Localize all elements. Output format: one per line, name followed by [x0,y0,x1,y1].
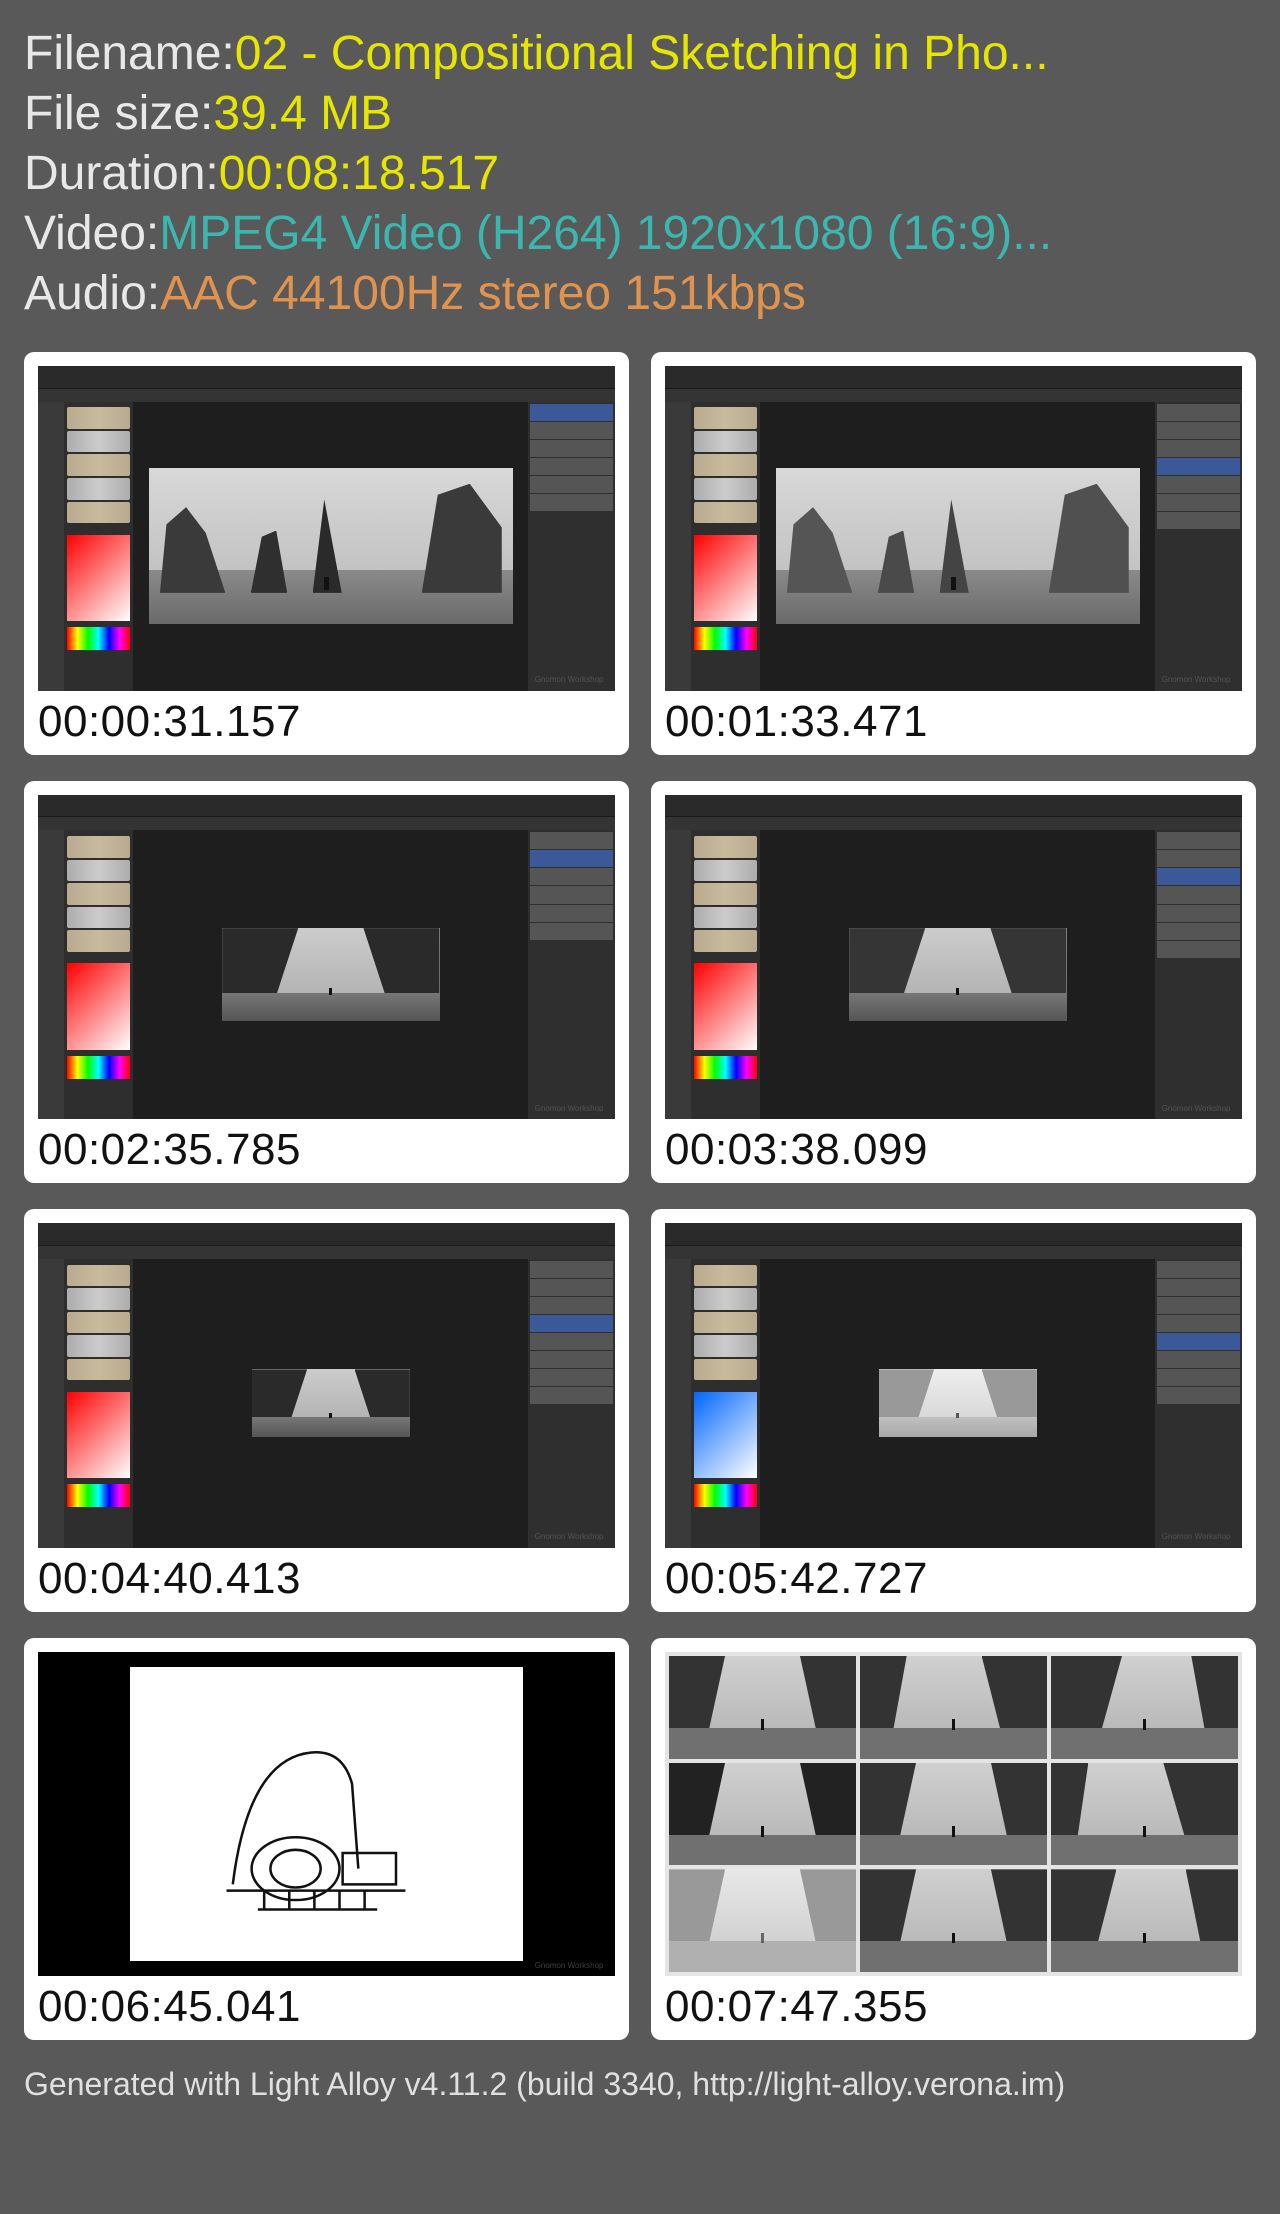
thumbnail-timestamp: 00:05:42.727 [665,1554,1242,1604]
filesize-value: 39.4 MB [213,84,392,144]
duration-value: 00:08:18.517 [219,144,499,204]
thumbnail-timestamp: 00:02:35.785 [38,1125,615,1175]
watermark-icon: Gnomon Workshop [535,1104,604,1113]
watermark-icon: Gnomon Workshop [1162,1104,1231,1113]
filesize-label: File size: [24,84,213,144]
thumbnail-image: Gnomon Workshop [38,795,615,1120]
thumbnail-timestamp: 00:04:40.413 [38,1554,615,1604]
thumbnail-timestamp: 00:07:47.355 [665,1982,1242,2032]
thumbnail-timestamp: 00:00:31.157 [38,697,615,747]
thumbnail-card: Gnomon Workshop 00:03:38.099 [651,781,1256,1184]
video-value: MPEG4 Video (H264) 1920x1080 (16:9)... [159,204,1052,264]
filesize-row: File size: 39.4 MB [24,84,1256,144]
video-label: Video: [24,204,159,264]
thumbnail-card: Gnomon Workshop 00:00:31.157 [24,352,629,755]
generator-footer: Generated with Light Alloy v4.11.2 (buil… [24,2066,1256,2103]
filename-value: 02 - Compositional Sketching in Pho... [235,24,1049,84]
watermark-icon: Gnomon Workshop [1162,1532,1231,1541]
thumbnail-image: Gnomon Workshop [38,366,615,691]
thumbnail-image: Gnomon Workshop [665,795,1242,1120]
thumbnail-card: Gnomon Workshop 00:04:40.413 [24,1209,629,1612]
thumbnail-card: Gnomon Workshop 00:05:42.727 [651,1209,1256,1612]
watermark-icon: Gnomon Workshop [535,675,604,684]
filename-row: Filename: 02 - Compositional Sketching i… [24,24,1256,84]
thumbnail-card: 00:07:47.355 [651,1638,1256,2041]
thumbnail-grid: Gnomon Workshop 00:00:31.157 [24,352,1256,2040]
thumbnail-timestamp: 00:01:33.471 [665,697,1242,747]
audio-value: AAC 44100Hz stereo 151kbps [160,264,806,324]
sketch-icon [170,1696,484,1931]
thumbnail-image: Gnomon Workshop [38,1652,615,1977]
duration-label: Duration: [24,144,219,204]
thumbnail-card: Gnomon Workshop 00:01:33.471 [651,352,1256,755]
thumbnail-card: Gnomon Workshop 00:02:35.785 [24,781,629,1184]
thumbnail-image: Gnomon Workshop [665,1223,1242,1548]
thumbnail-image: Gnomon Workshop [38,1223,615,1548]
audio-row: Audio: AAC 44100Hz stereo 151kbps [24,264,1256,324]
video-row: Video: MPEG4 Video (H264) 1920x1080 (16:… [24,204,1256,264]
thumbnail-timestamp: 00:03:38.099 [665,1125,1242,1175]
watermark-icon: Gnomon Workshop [1162,675,1231,684]
thumbnail-image [665,1652,1242,1977]
thumbnail-image: Gnomon Workshop [665,366,1242,691]
watermark-icon: Gnomon Workshop [535,1961,604,1970]
file-metadata: Filename: 02 - Compositional Sketching i… [24,24,1256,324]
audio-label: Audio: [24,264,160,324]
filename-label: Filename: [24,24,235,84]
thumbnail-card: Gnomon Workshop 00:06:45.041 [24,1638,629,2041]
thumbnail-timestamp: 00:06:45.041 [38,1982,615,2032]
watermark-icon: Gnomon Workshop [535,1532,604,1541]
duration-row: Duration: 00:08:18.517 [24,144,1256,204]
